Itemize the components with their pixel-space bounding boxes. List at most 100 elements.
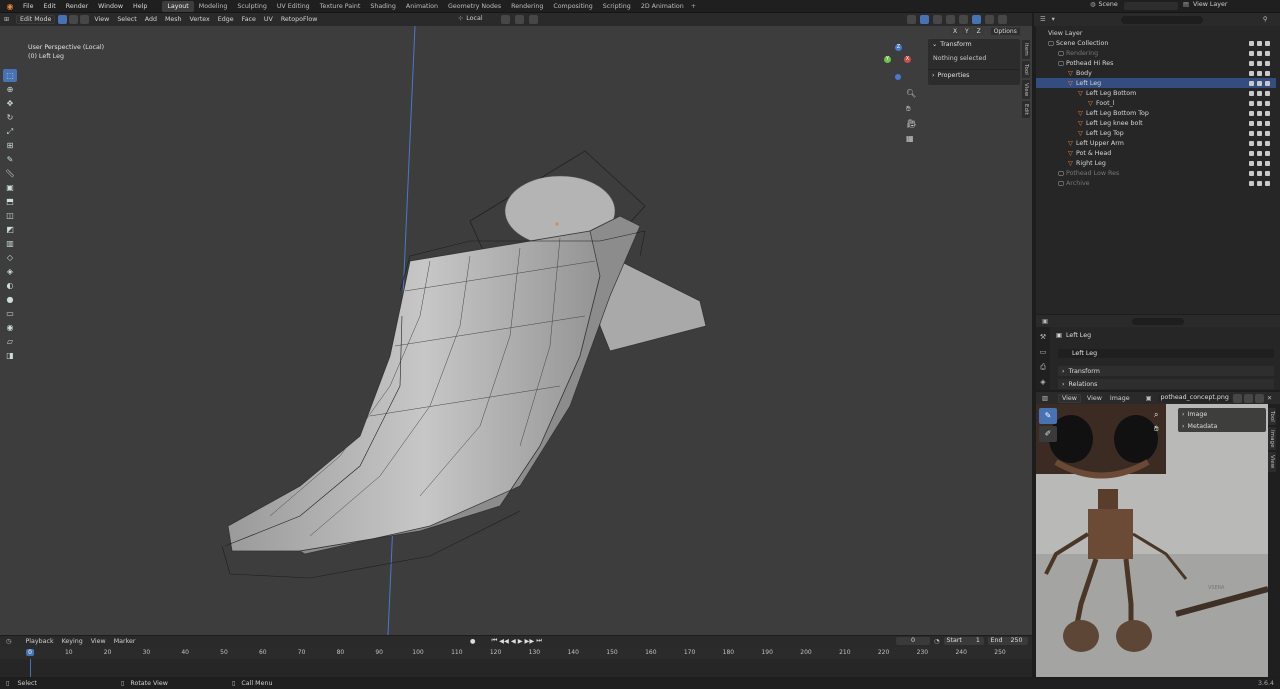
- tab-edit[interactable]: Edit: [1022, 100, 1030, 118]
- view-mode-dropdown[interactable]: View: [1057, 393, 1081, 403]
- menu-add[interactable]: Add: [141, 16, 161, 23]
- camera-toggle-icon[interactable]: [1265, 100, 1270, 106]
- visibility-toggles[interactable]: [1249, 170, 1270, 176]
- menu-help[interactable]: Help: [128, 3, 152, 10]
- pan-hand-icon[interactable]: ✋︎: [906, 101, 916, 116]
- camera-icon[interactable]: 🎥︎: [906, 116, 916, 131]
- visibility-toggles[interactable]: [1249, 140, 1270, 146]
- menu-select[interactable]: Select: [113, 16, 140, 23]
- scene-name-field[interactable]: [1124, 2, 1178, 10]
- start-frame-field[interactable]: Start 1: [943, 637, 984, 645]
- select-toggle-icon[interactable]: [1249, 170, 1254, 176]
- camera-toggle-icon[interactable]: [1265, 120, 1270, 126]
- camera-toggle-icon[interactable]: [1265, 130, 1270, 136]
- image-menu-image[interactable]: Image: [1106, 395, 1134, 402]
- gizmo-neg-z-icon[interactable]: [895, 74, 901, 80]
- solid-shading-icon[interactable]: [972, 15, 981, 24]
- tab-item[interactable]: Item: [1022, 40, 1030, 59]
- transform-icon[interactable]: ⊞: [3, 139, 17, 152]
- material-shading-icon[interactable]: [985, 15, 994, 24]
- xray-icon[interactable]: [946, 15, 955, 24]
- visibility-toggles[interactable]: [1249, 160, 1270, 166]
- knife-icon[interactable]: ◇: [3, 251, 17, 264]
- outliner-row[interactable]: ▽ Left Upper Arm: [1036, 138, 1276, 148]
- menu-mesh[interactable]: Mesh: [161, 16, 186, 23]
- object-name-field[interactable]: Left Leg: [1058, 349, 1274, 358]
- eye-icon[interactable]: [1257, 130, 1262, 136]
- select-toggle-icon[interactable]: [1249, 60, 1254, 66]
- display-mode-icon[interactable]: ▾: [1052, 16, 1055, 23]
- face-select-icon[interactable]: [80, 15, 90, 24]
- add-cube-icon[interactable]: ▣: [3, 181, 17, 194]
- eye-icon[interactable]: [1257, 180, 1262, 186]
- workspace-tab-rendering[interactable]: Rendering: [506, 1, 548, 12]
- loop-cut-icon[interactable]: ▥: [3, 237, 17, 250]
- scene-tab-icon[interactable]: ◈: [1036, 375, 1050, 390]
- mode-dropdown[interactable]: Edit Mode: [16, 15, 56, 24]
- grid-icon[interactable]: ▦: [906, 131, 916, 146]
- image-section[interactable]: › Image: [1178, 408, 1266, 420]
- tab-view[interactable]: View: [1022, 79, 1030, 99]
- timeline-ruler[interactable]: 0 10 20 30 40 50 60 70 80 90 100 110 120 130 140 150 160…: [0, 647, 1032, 659]
- workspace-tab-scripting[interactable]: Scripting: [598, 1, 636, 12]
- gizmo-icon[interactable]: [920, 15, 929, 24]
- camera-toggle-icon[interactable]: [1265, 90, 1270, 96]
- outliner-row[interactable]: ▢ Pothead Hi Res: [1036, 58, 1276, 68]
- navigation-gizmo[interactable]: Z X Y: [884, 44, 914, 84]
- menu-window[interactable]: Window: [93, 3, 128, 10]
- outliner-row[interactable]: ▽ Foot_l: [1036, 98, 1276, 108]
- visibility-toggles[interactable]: [1249, 130, 1270, 136]
- timeline-menu-marker[interactable]: Marker: [110, 638, 140, 645]
- axis-y-button[interactable]: Y: [962, 28, 972, 35]
- cursor-icon[interactable]: ⊕: [3, 83, 17, 96]
- viewport-canvas[interactable]: [0, 26, 1032, 635]
- edge-slide-icon[interactable]: ▭: [3, 307, 17, 320]
- select-box-icon[interactable]: ⬚: [3, 69, 17, 82]
- visibility-toggles[interactable]: [1249, 100, 1270, 106]
- prev-key-icon[interactable]: ◀◀: [499, 638, 509, 645]
- timeline-body[interactable]: [0, 659, 1032, 677]
- visibility-toggles[interactable]: [1249, 80, 1270, 86]
- workspace-tab-2d-animation[interactable]: 2D Animation: [636, 1, 689, 12]
- select-toggle-icon[interactable]: [1249, 50, 1254, 56]
- eye-icon[interactable]: [1257, 110, 1262, 116]
- visibility-toggles[interactable]: [1249, 50, 1270, 56]
- 3d-viewport[interactable]: User Perspective (Local) (0) Left Leg Z …: [0, 26, 1032, 635]
- view-layer-selector[interactable]: ▤ View Layer: [1183, 1, 1227, 8]
- outliner-row[interactable]: ▢ Archive: [1036, 178, 1276, 188]
- new-image-icon[interactable]: [1243, 393, 1253, 403]
- timeline-type-icon[interactable]: ◷: [6, 638, 12, 645]
- workspace-tab-compositing[interactable]: Compositing: [548, 1, 597, 12]
- clock-icon[interactable]: ◔: [934, 638, 940, 645]
- image-editor-type-icon[interactable]: ▨: [1042, 395, 1048, 402]
- menu-file[interactable]: File: [18, 3, 39, 10]
- menu-edge[interactable]: Edge: [214, 16, 238, 23]
- menu-face[interactable]: Face: [238, 16, 260, 23]
- next-key-icon[interactable]: ▶▶: [525, 638, 535, 645]
- timeline-menu-playback[interactable]: Playback: [22, 638, 58, 645]
- camera-toggle-icon[interactable]: [1265, 60, 1270, 66]
- outliner-type-icon[interactable]: ☰: [1040, 16, 1046, 23]
- visibility-toggles[interactable]: [1249, 150, 1270, 156]
- menu-uv[interactable]: UV: [260, 16, 277, 23]
- image-name-field[interactable]: pothead_concept.png: [1157, 394, 1232, 402]
- select-toggle-icon[interactable]: [1249, 40, 1254, 46]
- outliner-row[interactable]: ▽ Left Leg: [1036, 78, 1276, 88]
- scale-icon[interactable]: ⤢: [3, 125, 17, 138]
- snap-icon[interactable]: [515, 15, 524, 24]
- eye-icon[interactable]: [1257, 90, 1262, 96]
- end-frame-field[interactable]: End 250: [987, 637, 1028, 645]
- camera-toggle-icon[interactable]: [1265, 150, 1270, 156]
- camera-toggle-icon[interactable]: [1265, 110, 1270, 116]
- inset-icon[interactable]: ◫: [3, 209, 17, 222]
- image-tab-image[interactable]: Image: [1268, 426, 1276, 451]
- select-toggle-icon[interactable]: [1249, 140, 1254, 146]
- workspace-tab-modeling[interactable]: Modeling: [194, 1, 233, 12]
- reverse-play-icon[interactable]: ◀: [511, 638, 516, 645]
- options-dropdown[interactable]: Options: [989, 27, 1021, 36]
- play-icon[interactable]: ▶: [518, 638, 523, 645]
- tool-tab-icon[interactable]: ⚒: [1036, 330, 1050, 345]
- workspace-tab-layout[interactable]: Layout: [162, 0, 194, 12]
- outliner-row[interactable]: ▽ Right Leg: [1036, 158, 1276, 168]
- bevel-icon[interactable]: ◩: [3, 223, 17, 236]
